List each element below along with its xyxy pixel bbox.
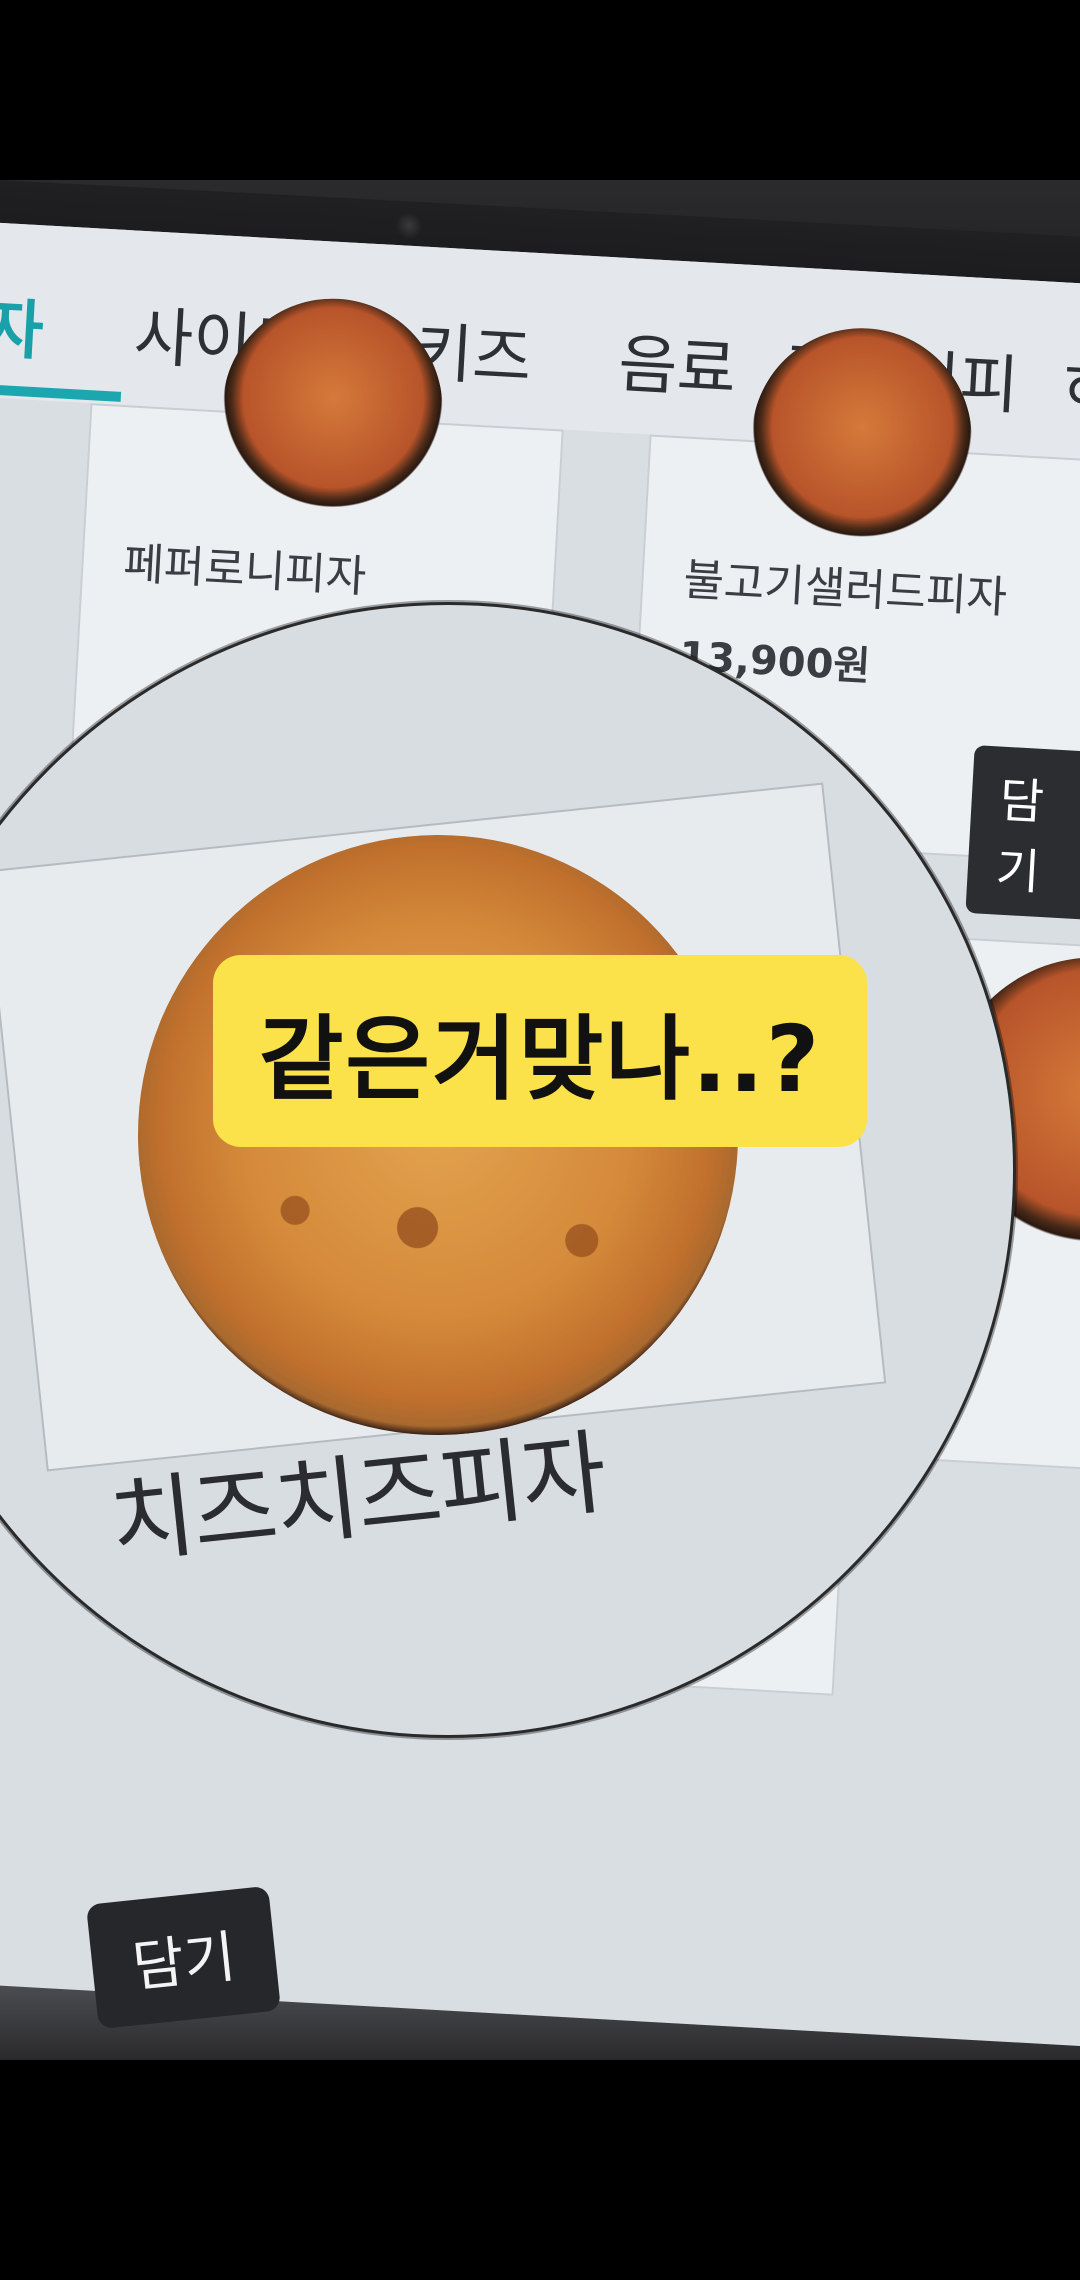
tab-more[interactable]: 허 (1061, 338, 1080, 433)
caption-text: 같은거맞나..? (258, 1005, 822, 1113)
add-to-cart-button[interactable]: 담기 (85, 1885, 282, 2030)
photo-background: 자 사이드 키즈 음료 킴보커피 허 페퍼로니피자 불고기샐러드피자 13,90… (0, 180, 1080, 2060)
card-name: 페퍼로니피자 (122, 538, 368, 603)
camera-icon (395, 210, 423, 241)
tab-pizza[interactable]: 자 (0, 277, 46, 372)
caption-sticker: 같은거맞나..? (213, 955, 867, 1147)
tab-drinks[interactable]: 음료 (616, 313, 739, 411)
add-button[interactable]: 담기 (965, 745, 1080, 921)
active-tab-indicator (0, 384, 122, 402)
card-name: 불고기샐러드피자 (682, 554, 1009, 624)
